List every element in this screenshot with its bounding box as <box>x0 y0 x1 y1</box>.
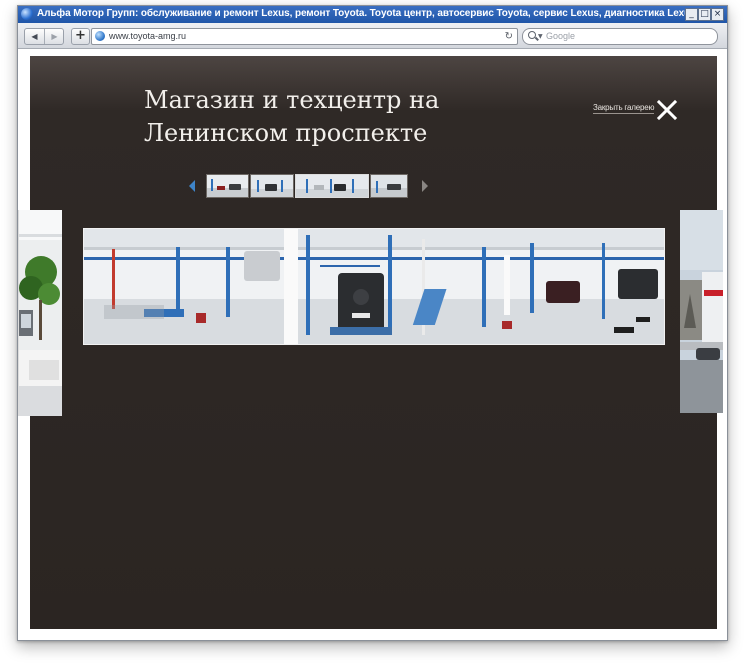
thumbnail-1[interactable] <box>206 174 249 198</box>
close-window-button[interactable]: × <box>711 8 724 21</box>
photo-gallery-overlay: Магазин и техцентр на Ленинском проспект… <box>18 56 723 629</box>
reload-icon[interactable]: ↻ <box>505 29 513 44</box>
main-photo[interactable] <box>83 228 665 345</box>
close-icon[interactable] <box>656 99 678 121</box>
gallery-title: Магазин и техцентр на Ленинском проспект… <box>144 86 440 147</box>
thumbnail-3[interactable] <box>295 174 369 198</box>
maximize-button[interactable]: □ <box>698 8 711 21</box>
triangle-left-icon[interactable] <box>189 180 195 192</box>
address-bar[interactable]: www.toyota-amg.ru ↻ <box>91 28 518 45</box>
thumbnail-3-image <box>296 175 368 197</box>
thumbnail-1-image <box>207 175 248 197</box>
browser-window: Альфа Мотор Групп: обслуживание и ремонт… <box>17 5 728 641</box>
search-icon[interactable] <box>528 31 536 39</box>
address-text[interactable]: www.toyota-amg.ru <box>109 30 186 43</box>
previous-photo-image <box>19 210 62 416</box>
service-center-panorama <box>84 229 664 344</box>
search-engine-dropdown-icon[interactable]: ▼ <box>538 30 543 43</box>
thumbnail-2[interactable] <box>250 174 294 198</box>
title-bar: Альфа Мотор Групп: обслуживание и ремонт… <box>18 6 727 23</box>
browser-icon <box>21 8 33 20</box>
new-tab-button[interactable]: + <box>71 28 90 45</box>
next-photo-preview[interactable] <box>680 210 723 413</box>
triangle-right-icon[interactable] <box>422 180 428 192</box>
thumbnail-2-image <box>251 175 293 197</box>
window-title: Альфа Мотор Групп: обслуживание и ремонт… <box>37 8 699 19</box>
next-photo-image <box>680 210 723 413</box>
navigation-toolbar: ◀ ▶ + www.toyota-amg.ru ↻ ▼ Google <box>18 23 727 49</box>
minimize-button[interactable]: _ <box>685 8 698 21</box>
back-forward-group: ◀ ▶ <box>24 28 64 45</box>
search-placeholder[interactable]: Google <box>546 30 575 43</box>
thumbnail-4[interactable] <box>370 174 408 198</box>
page-viewport: Магазин и техцентр на Ленинском проспект… <box>18 49 727 640</box>
back-button[interactable]: ◀ <box>25 29 44 44</box>
forward-button[interactable]: ▶ <box>45 29 64 44</box>
search-field[interactable]: ▼ Google <box>522 28 718 45</box>
previous-photo-preview[interactable] <box>18 210 62 416</box>
thumbnail-4-image <box>371 175 407 197</box>
close-gallery-link[interactable]: Закрыть галерею <box>593 103 654 114</box>
thumbnail-strip <box>189 174 429 198</box>
globe-icon <box>95 31 105 41</box>
